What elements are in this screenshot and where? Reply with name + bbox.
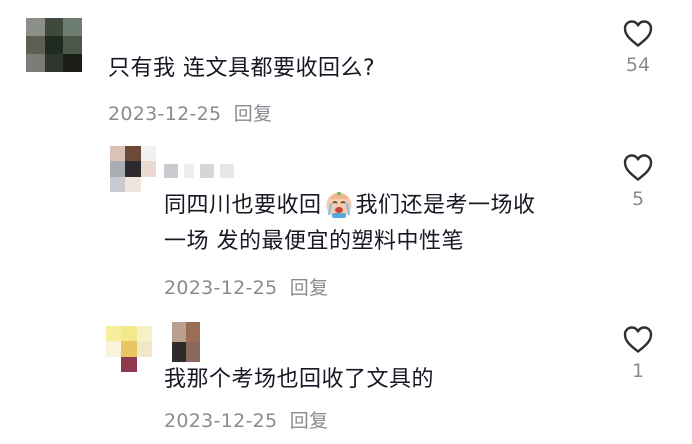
comment-meta: 2023-12-25 回复 [164,273,328,300]
comment-meta: 2023-12-25 回复 [108,99,272,126]
like-count: 5 [631,188,645,210]
like-count: 54 [625,54,651,76]
like-button[interactable]: 1 [608,324,668,382]
comment-text-part2: 我们还是考一场收 [355,193,536,218]
comment-text: 我那个考场也回收了文具的 [164,367,435,392]
reply-button[interactable]: 回复 [234,103,273,125]
username-blurred[interactable] [164,164,234,178]
username-blurred[interactable] [172,322,200,362]
comment-date: 2023-12-25 [164,277,278,299]
reply-button[interactable]: 回复 [290,277,329,299]
crying-face-emoji-icon [324,189,354,219]
comment-1: 只有我 连文具都要收回么? 2023-12-25 回复 54 [0,0,692,140]
comment-text-part1: 同四川也要收回 [164,193,322,218]
comment-meta: 2023-12-25 回复 [164,406,328,433]
heart-outline-icon [608,18,668,48]
comment-3: 我那个考场也回收了文具的 2023-12-25 回复 1 [0,310,692,444]
heart-outline-icon [608,152,668,182]
reply-button[interactable]: 回复 [290,410,329,432]
comment-2: 同四川也要收回 我们还是考一场收 一场 发的最便宜的塑料中性笔 2023-12-… [0,140,692,310]
comment-date: 2023-12-25 [108,103,222,125]
like-button[interactable]: 54 [608,18,668,76]
comment-text: 只有我 连文具都要收回么? [108,56,376,81]
comment-text-line2: 一场 发的最便宜的塑料中性笔 [164,229,464,254]
comment-text: 同四川也要收回 我们还是考一场收 一场 发的最便宜的塑料中性笔 [164,188,536,260]
avatar[interactable] [110,146,156,192]
like-count: 1 [631,360,645,382]
heart-outline-icon [608,324,668,354]
like-button[interactable]: 5 [608,152,668,210]
avatar[interactable] [106,326,152,372]
comment-date: 2023-12-25 [164,410,278,432]
avatar[interactable] [26,18,82,72]
